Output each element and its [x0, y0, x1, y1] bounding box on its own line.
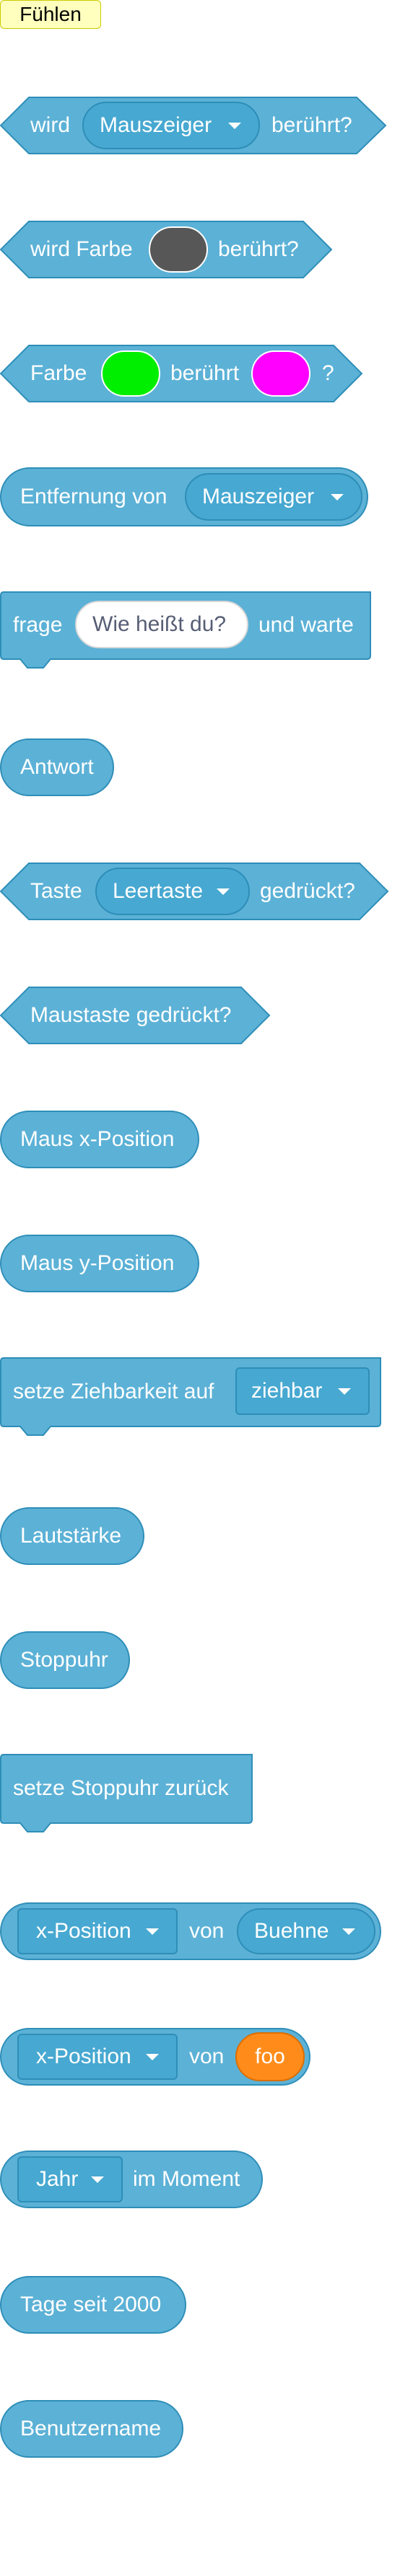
chevron-down-icon [338, 1388, 351, 1395]
color-swatch-2[interactable] [251, 350, 310, 397]
color-swatch-1[interactable] [101, 350, 160, 397]
chevron-down-icon [217, 888, 230, 895]
answer-block[interactable]: Antwort [0, 738, 114, 796]
color-touching-suffix: ? [322, 361, 334, 385]
question-input-text: Wie heißt du? [92, 612, 227, 636]
set-drag-mode-prefix: setze Ziehbarkeit auf [13, 1380, 214, 1403]
property-menu[interactable]: x-Position [17, 1908, 178, 1954]
drag-mode-menu[interactable]: ziehbar [235, 1367, 370, 1415]
distance-block[interactable]: Entfernung von Mauszeiger [0, 467, 368, 526]
of-variable-block[interactable]: x-Position von foo [0, 2028, 310, 2086]
mouse-y-label: Maus y-Position [20, 1251, 175, 1275]
chevron-down-icon [228, 123, 241, 129]
reset-timer-label: setze Stoppuhr zurück [13, 1776, 229, 1800]
property-menu-2[interactable]: x-Position [17, 2034, 178, 2080]
key-pressed-suffix: gedrückt? [260, 879, 355, 903]
chevron-down-icon [146, 2054, 159, 2060]
touching-color-suffix: berührt? [218, 237, 299, 261]
days-since-2000-block[interactable]: Tage seit 2000 [0, 2276, 186, 2334]
timer-block[interactable]: Stoppuhr [0, 1631, 130, 1689]
touching-color-prefix: wird Farbe [30, 237, 133, 261]
loudness-block[interactable]: Lautstärke [0, 1507, 144, 1565]
of-variable-middle: von [189, 2045, 225, 2068]
timer-label: Stoppuhr [20, 1648, 108, 1672]
touching-object-menu-label: Mauszeiger [100, 113, 212, 137]
distance-prefix: Entfernung von [20, 485, 168, 508]
mouse-y-block[interactable]: Maus y-Position [0, 1235, 199, 1292]
mouse-x-block[interactable]: Maus x-Position [0, 1111, 199, 1168]
drag-mode-menu-label: ziehbar [251, 1379, 323, 1403]
chevron-down-icon [331, 494, 344, 500]
answer-label: Antwort [20, 755, 94, 779]
color-touching-color-block[interactable]: Farbe berührt ? [0, 345, 363, 402]
property-menu-2-label: x-Position [36, 2045, 131, 2068]
chevron-down-icon [342, 1928, 355, 1935]
mouse-down-block[interactable]: Maustaste gedrückt? [0, 987, 271, 1044]
ask-block[interactable]: frage Wie heißt du? und warte [0, 591, 371, 669]
ask-suffix: und warte [258, 613, 354, 637]
of-sprite-middle: von [189, 1919, 225, 1943]
key-menu[interactable]: Leertaste [95, 868, 250, 915]
variable-reporter-label: foo [255, 2045, 285, 2068]
sprite-menu-label: Buehne [254, 1919, 329, 1943]
color-touching-prefix: Farbe [30, 361, 87, 385]
current-suffix: im Moment [133, 2167, 240, 2191]
distance-object-menu[interactable]: Mauszeiger [185, 473, 362, 521]
touching-prefix: wird [30, 113, 71, 137]
ask-prefix: frage [13, 613, 63, 637]
current-block[interactable]: Jahr im Moment [0, 2151, 263, 2208]
chevron-down-icon [91, 2176, 104, 2183]
property-menu-label: x-Position [36, 1919, 131, 1943]
of-sprite-block[interactable]: x-Position von Buehne [0, 1902, 381, 1960]
username-label: Benutzername [20, 2417, 162, 2440]
mouse-down-label: Maustaste gedrückt? [30, 1003, 232, 1027]
sprite-menu[interactable]: Buehne [237, 1908, 375, 1954]
current-menu-label: Jahr [36, 2167, 79, 2191]
mouse-x-label: Maus x-Position [20, 1127, 175, 1151]
touching-block[interactable]: wird Mauszeiger berührt? [0, 97, 387, 154]
distance-object-menu-label: Mauszeiger [202, 485, 315, 508]
username-block[interactable]: Benutzername [0, 2400, 183, 2458]
key-pressed-block[interactable]: Taste Leertaste gedrückt? [0, 863, 389, 920]
set-drag-mode-block[interactable]: setze Ziehbarkeit auf ziehbar [0, 1357, 381, 1438]
question-input[interactable]: Wie heißt du? [75, 601, 248, 648]
loudness-label: Lautstärke [20, 1524, 122, 1548]
touching-color-block[interactable]: wird Farbe berührt? [0, 221, 333, 278]
color-swatch[interactable] [149, 226, 208, 273]
touching-suffix: berührt? [271, 113, 352, 137]
chevron-down-icon [146, 1928, 159, 1935]
key-menu-label: Leertaste [113, 879, 204, 903]
color-touching-middle: berührt [170, 361, 240, 385]
key-pressed-prefix: Taste [30, 879, 82, 903]
days-since-2000-label: Tage seit 2000 [20, 2293, 162, 2316]
category-label: Fühlen [0, 0, 101, 29]
variable-reporter[interactable]: foo [235, 2032, 305, 2081]
current-menu[interactable]: Jahr [17, 2156, 123, 2202]
reset-timer-block[interactable]: setze Stoppuhr zurück [0, 1754, 253, 1835]
touching-object-menu[interactable]: Mauszeiger [82, 102, 260, 149]
